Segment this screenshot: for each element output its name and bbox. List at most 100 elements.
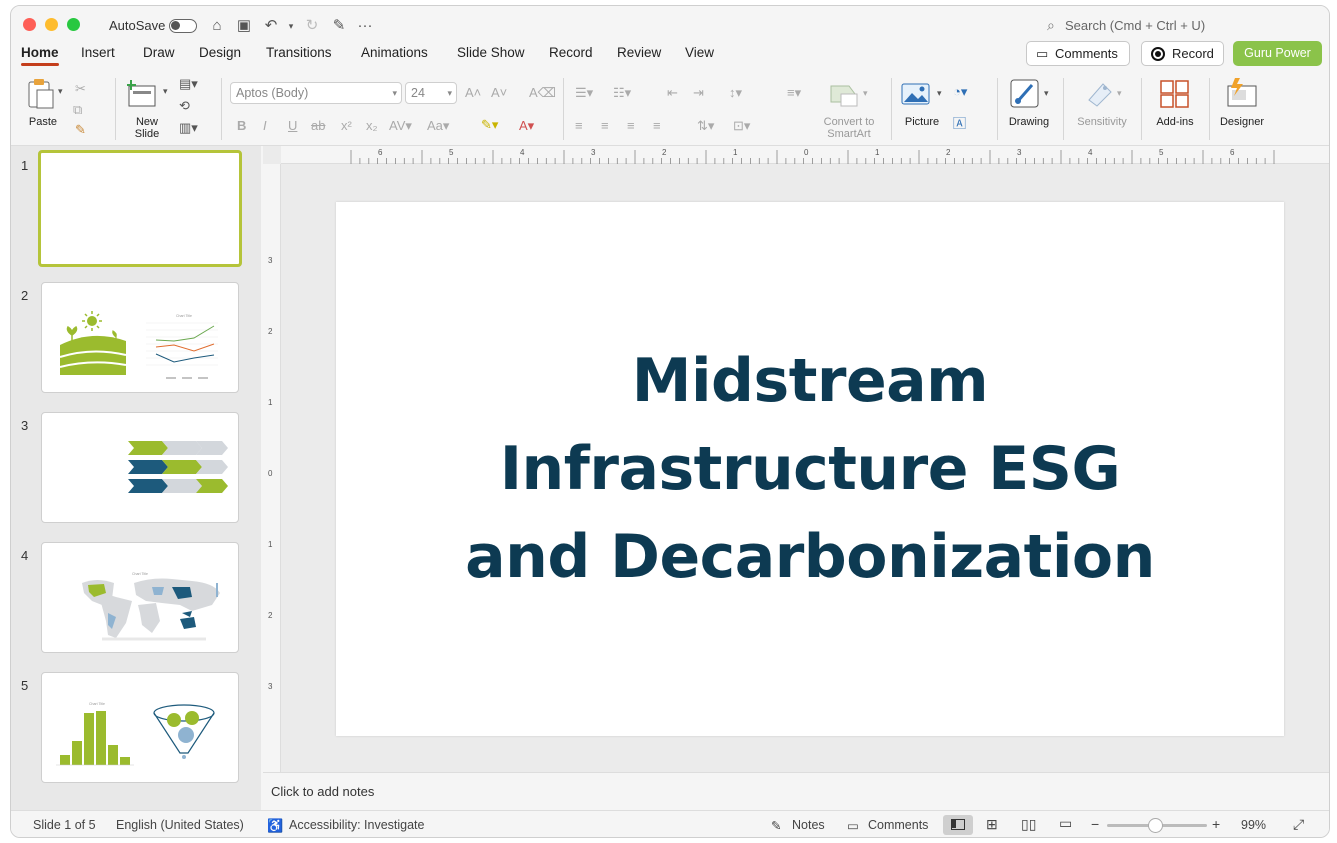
tab-insert[interactable]: Insert	[81, 45, 115, 60]
decrease-indent-icon[interactable]: ⇤	[667, 85, 678, 101]
change-case-icon[interactable]: Aa▾	[427, 118, 449, 134]
more-icon[interactable]: ···	[355, 16, 375, 36]
notes-placeholder[interactable]: Click to add notes	[271, 784, 374, 799]
new-slide-dropdown-icon[interactable]: ▾	[163, 86, 168, 97]
horizontal-ruler[interactable]: 6543210123456	[281, 146, 1329, 164]
minimize-window-button[interactable]	[45, 18, 58, 31]
text-direction-icon[interactable]: ⇅▾	[697, 118, 714, 134]
notes-icon[interactable]: ✎	[771, 818, 781, 833]
save-icon[interactable]: ▣	[234, 16, 254, 36]
section-icon[interactable]: ▥▾	[179, 120, 198, 136]
autosave-toggle[interactable]	[169, 19, 197, 33]
slide-thumbnail-3[interactable]	[41, 412, 239, 523]
format-painter-icon[interactable]: ✎	[75, 122, 86, 138]
numbering-icon[interactable]: ☷▾	[613, 85, 631, 101]
zoom-in-icon[interactable]: +	[1212, 816, 1220, 832]
tab-home[interactable]: Home	[21, 45, 59, 66]
sensitivity-icon[interactable]	[1085, 80, 1115, 108]
tab-animations[interactable]: Animations	[361, 45, 428, 60]
language[interactable]: English (United States)	[116, 818, 244, 832]
shapes-icon[interactable]: ◔▾	[953, 84, 967, 100]
notes-button[interactable]: Notes	[792, 818, 825, 832]
line-spacing-icon[interactable]: ↕▾	[729, 85, 742, 101]
clear-format-icon[interactable]: A⌫	[529, 85, 556, 101]
align-right-icon[interactable]: ≡	[627, 118, 635, 134]
align-text-icon[interactable]: ⊡▾	[733, 118, 750, 134]
vertical-ruler[interactable]: 3210123	[263, 164, 281, 772]
superscript-icon[interactable]: x²	[341, 118, 352, 134]
slide-sorter-icon[interactable]: ⊞	[986, 816, 998, 833]
text-box-icon[interactable]: 🄰	[953, 116, 966, 132]
add-ins-icon[interactable]	[1160, 80, 1190, 108]
slide-thumbnail-5[interactable]: Chart Title	[41, 672, 239, 783]
slideshow-icon[interactable]: ▭	[1059, 815, 1072, 832]
comment-icon[interactable]: ▭	[847, 818, 859, 833]
character-spacing-icon[interactable]: AV▾	[389, 118, 412, 134]
justify-icon[interactable]: ≡	[653, 118, 661, 134]
font-size-select[interactable]: 24 ▾	[405, 82, 457, 104]
home-icon[interactable]: ⌂	[207, 16, 227, 36]
increase-indent-icon[interactable]: ⇥	[693, 85, 704, 101]
slide-thumbnail-2[interactable]: Chart Title	[41, 282, 239, 393]
decrease-font-icon[interactable]: A˅	[491, 85, 507, 101]
slide-thumbnail-pane[interactable]: 1 2 Chart Title 3 4 Chart Title 5 Chart …	[11, 146, 261, 810]
sensitivity-dropdown-icon[interactable]: ▾	[1117, 88, 1122, 99]
smartart-dropdown-icon[interactable]: ▾	[863, 88, 868, 99]
fit-to-window-icon[interactable]: ⤢	[1293, 816, 1304, 833]
font-name-select[interactable]: Aptos (Body) ▾	[230, 82, 402, 104]
slide-thumbnail-4[interactable]: Chart Title	[41, 542, 239, 653]
increase-font-icon[interactable]: A˄	[465, 85, 481, 101]
tab-slide-show[interactable]: Slide Show	[457, 45, 525, 60]
smartart-icon[interactable]	[829, 82, 859, 108]
font-color-icon[interactable]: A▾	[519, 118, 534, 134]
copy-icon[interactable]: ⧉	[73, 102, 82, 118]
tab-draw[interactable]: Draw	[143, 45, 175, 60]
align-center-icon[interactable]: ≡	[601, 118, 609, 134]
redo-icon[interactable]: ↻	[302, 16, 322, 36]
highlight-icon[interactable]: ✎▾	[481, 117, 498, 133]
align-left-icon[interactable]: ≡	[575, 118, 583, 134]
picture-dropdown-icon[interactable]: ▾	[937, 88, 942, 99]
comments-button[interactable]: ▭ Comments	[1026, 41, 1130, 66]
picture-icon[interactable]	[901, 82, 931, 106]
tab-transitions[interactable]: Transitions	[266, 45, 332, 60]
record-button[interactable]: Record	[1141, 41, 1224, 66]
zoom-slider-thumb[interactable]	[1148, 818, 1163, 833]
close-window-button[interactable]	[23, 18, 36, 31]
new-slide-icon[interactable]	[126, 80, 157, 107]
slide-canvas[interactable]: Midstream Infrastructure ESG and Decarbo…	[336, 202, 1284, 736]
slide-thumbnail-1[interactable]	[38, 150, 242, 267]
designer-icon[interactable]	[1225, 78, 1259, 108]
underline-icon[interactable]: U	[288, 118, 297, 134]
zoom-window-button[interactable]	[67, 18, 80, 31]
drawing-icon[interactable]	[1010, 79, 1040, 109]
bullets-icon[interactable]: ☰▾	[575, 85, 593, 101]
zoom-out-icon[interactable]: −	[1091, 816, 1099, 832]
paste-dropdown-icon[interactable]: ▾	[58, 86, 63, 97]
zoom-level[interactable]: 99%	[1241, 818, 1266, 832]
slide-title[interactable]: Midstream Infrastructure ESG and Decarbo…	[465, 337, 1155, 601]
cut-icon[interactable]: ✂	[75, 81, 86, 97]
guru-power-button[interactable]: Guru Power	[1233, 41, 1322, 66]
subscript-icon[interactable]: x₂	[366, 118, 378, 134]
notes-pane[interactable]: Click to add notes	[263, 772, 1329, 810]
layout-icon[interactable]: ▤▾	[179, 76, 198, 92]
normal-view-button[interactable]	[943, 815, 973, 835]
comments-toggle[interactable]: Comments	[868, 818, 928, 832]
undo-dropdown-icon[interactable]: ▾	[281, 16, 301, 36]
paste-icon[interactable]	[27, 78, 54, 109]
bold-icon[interactable]: B	[237, 118, 246, 134]
customize-icon[interactable]: ✎	[329, 16, 349, 36]
search-field[interactable]: Search (Cmd + Ctrl + U)	[1065, 18, 1205, 33]
tab-view[interactable]: View	[685, 45, 714, 60]
reading-view-icon[interactable]: ▯▯	[1021, 816, 1036, 833]
columns-icon[interactable]: ≡▾	[787, 85, 801, 101]
tab-review[interactable]: Review	[617, 45, 661, 60]
tab-design[interactable]: Design	[199, 45, 241, 60]
accessibility-status[interactable]: Accessibility: Investigate	[289, 818, 424, 832]
italic-icon[interactable]: I	[263, 118, 267, 134]
accessibility-icon[interactable]: ♿	[267, 818, 283, 834]
tab-record[interactable]: Record	[549, 45, 593, 60]
strikethrough-icon[interactable]: ab	[311, 118, 325, 134]
undo-icon[interactable]: ↶	[261, 16, 281, 36]
